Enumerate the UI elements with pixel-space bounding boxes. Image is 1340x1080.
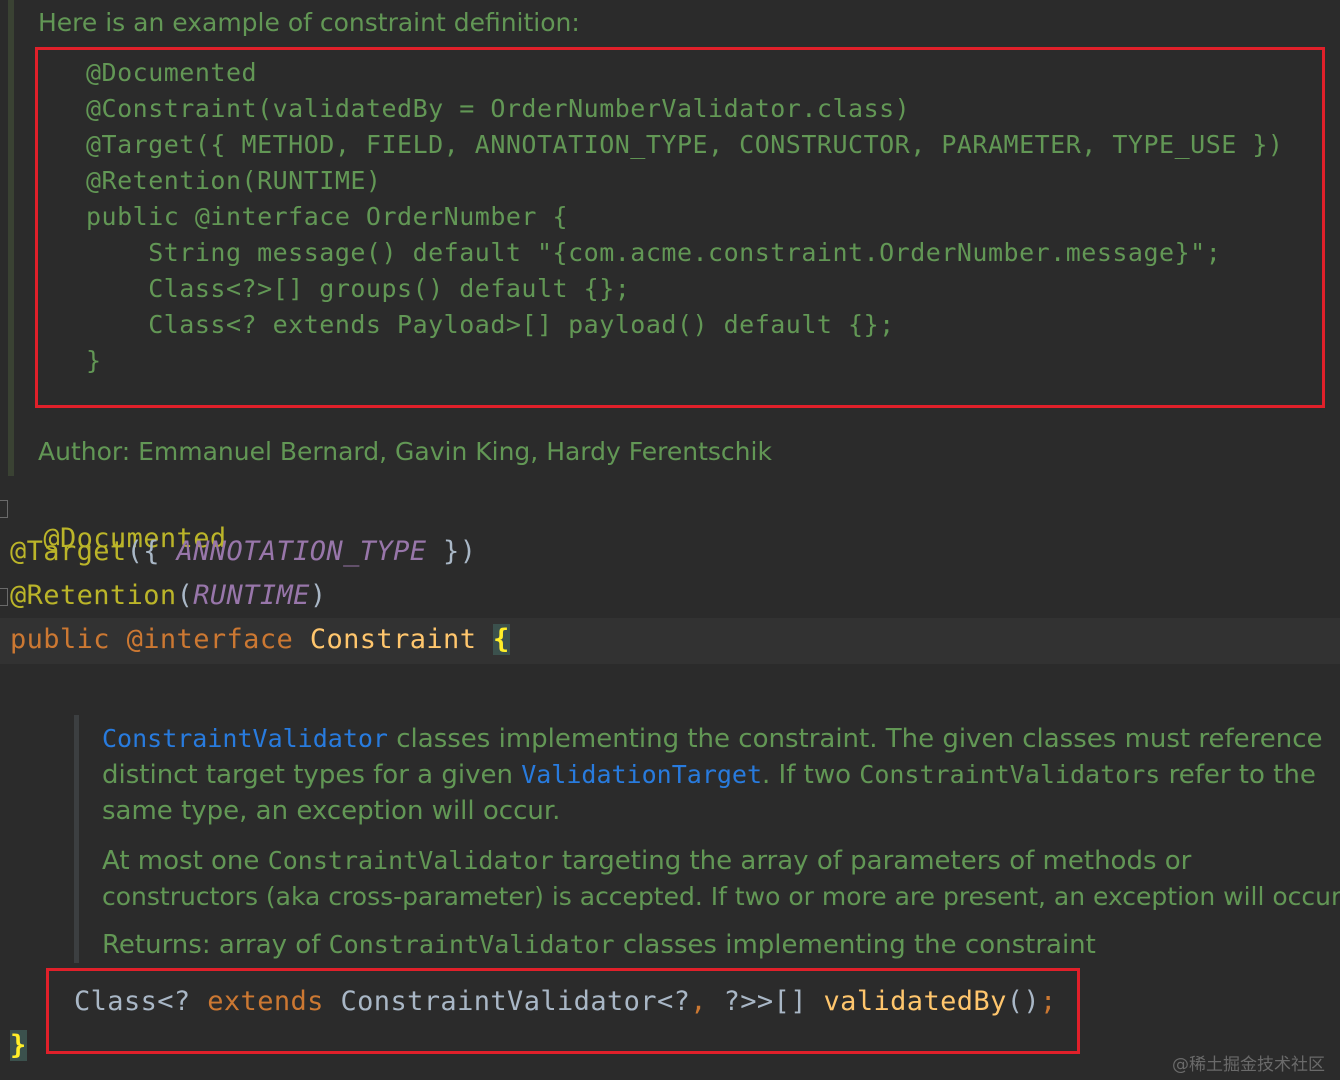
example-line: @Retention(RUNTIME) (86, 166, 382, 195)
doc-text: classes implementing the constraint (614, 930, 1096, 960)
punct: ; (1040, 986, 1057, 1017)
keyword: extends (207, 986, 324, 1017)
punct: }) (426, 536, 477, 567)
example-line: public @interface OrderNumber { (86, 202, 569, 231)
matched-brace: { (493, 624, 510, 655)
punct: ( (176, 580, 194, 611)
example-line: Class<?>[] groups() default {}; (86, 274, 631, 303)
fold-marker-icon[interactable] (0, 500, 8, 518)
inner-doc-line: constructors (aka cross-parameter) is ac… (102, 882, 1340, 911)
type: Class<? (74, 986, 208, 1017)
code-line-validated-by[interactable]: Class<? extends ConstraintValidator<?, ?… (74, 986, 1057, 1017)
doc-returns: Returns: array of ConstraintValidator cl… (102, 930, 1096, 960)
doc-text: . If two (762, 760, 860, 790)
inner-doc-line: distinct target types for a given Valida… (102, 760, 1316, 790)
code-line-closing[interactable]: } (10, 1030, 27, 1061)
doc-author: Author: Emmanuel Bernard, Gavin King, Ha… (38, 437, 772, 466)
type: ?>>[] (706, 986, 824, 1017)
constant: RUNTIME (193, 580, 310, 611)
doc-text: refer to the (1160, 760, 1316, 790)
punct: ) (309, 580, 327, 611)
doc-intro: Here is an example of constraint definit… (38, 8, 580, 37)
method-name: validatedBy (823, 986, 1007, 1017)
punct: () (1006, 986, 1041, 1017)
doc-comment-bar (8, 0, 14, 476)
type: ConstraintValidator<? (323, 986, 691, 1017)
inner-doc-line: ConstraintValidator classes implementing… (102, 724, 1323, 754)
annotation: @Retention (10, 580, 177, 611)
doc-text: distinct target types for a given (102, 760, 522, 790)
code-line-retention[interactable]: @Retention(RUNTIME) (10, 580, 326, 611)
punct: , (690, 986, 707, 1017)
inner-doc-bar (74, 715, 79, 963)
example-line: Class<? extends Payload>[] payload() def… (86, 310, 895, 339)
annotation: @Target (10, 536, 127, 567)
constant: ANNOTATION_TYPE (176, 536, 427, 567)
doc-text: classes implementing the constraint. The… (387, 724, 1323, 754)
watermark: @稀土掘金技术社区 (1172, 1055, 1325, 1075)
link-constraint-validator[interactable]: ConstraintValidator (102, 724, 388, 753)
doc-code: ConstraintValidator (267, 846, 554, 875)
doc-text: At most one (102, 846, 268, 876)
example-line: } (86, 346, 102, 375)
matched-brace: } (10, 1030, 27, 1061)
doc-code: ConstraintValidators (859, 760, 1161, 789)
inner-doc-line: same type, an exception will occur. (102, 796, 561, 826)
doc-code: ConstraintValidator (328, 930, 615, 959)
fold-marker-icon[interactable] (0, 588, 8, 606)
keyword: public (10, 624, 110, 655)
link-validation-target[interactable]: ValidationTarget (521, 760, 762, 789)
example-line: String message() default "{com.acme.cons… (86, 238, 1222, 267)
example-line: @Constraint(validatedBy = OrderNumberVal… (86, 94, 911, 123)
example-line: @Target({ METHOD, FIELD, ANNOTATION_TYPE… (86, 130, 1284, 159)
example-line: @Documented (86, 58, 258, 87)
code-line-declaration[interactable]: public @interface Constraint { (10, 624, 510, 655)
inner-doc-line: At most one ConstraintValidator targetin… (102, 846, 1191, 876)
doc-text: Returns: array of (102, 930, 329, 960)
keyword: @interface (126, 624, 294, 655)
punct: ({ (126, 536, 177, 567)
code-line-target[interactable]: @Target({ ANNOTATION_TYPE }) (10, 536, 476, 567)
doc-text: targeting the array of parameters of met… (553, 846, 1192, 876)
class-name: Constraint (309, 624, 477, 655)
